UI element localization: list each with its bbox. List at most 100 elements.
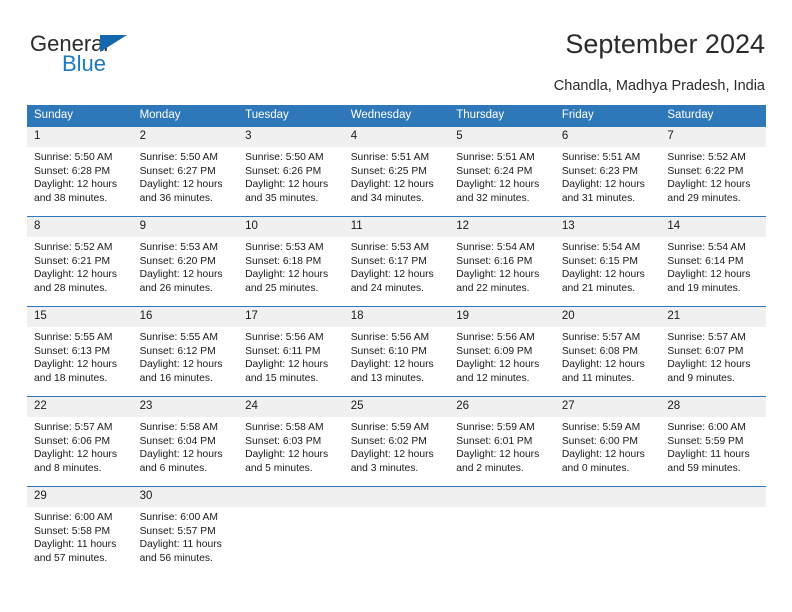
day-cell[interactable]: 5 Sunrise: 5:51 AM Sunset: 6:24 PM Dayli… xyxy=(449,127,555,217)
calendar-page: General Blue September 2024 Chandla, Mad… xyxy=(0,0,792,612)
sunset-text: Sunset: 6:13 PM xyxy=(34,345,111,357)
day-number: 5 xyxy=(449,127,555,147)
day-cell[interactable]: 25 Sunrise: 5:59 AM Sunset: 6:02 PM Dayl… xyxy=(343,396,450,487)
day-cell[interactable]: 14 Sunrise: 5:54 AM Sunset: 6:14 PM Dayl… xyxy=(660,216,766,307)
sunset-text: Sunset: 6:02 PM xyxy=(350,435,427,447)
day-details: Sunrise: 5:51 AM Sunset: 6:24 PM Dayligh… xyxy=(449,147,555,205)
day-details: Sunrise: 5:50 AM Sunset: 6:26 PM Dayligh… xyxy=(238,147,344,205)
sunset-text: Sunset: 6:11 PM xyxy=(245,345,321,357)
day-cell[interactable]: 21 Sunrise: 5:57 AM Sunset: 6:07 PM Dayl… xyxy=(660,306,766,397)
weekday-header-saturday: Saturday xyxy=(660,105,766,127)
day-details: Sunrise: 6:00 AM Sunset: 5:59 PM Dayligh… xyxy=(660,417,766,475)
day-cell[interactable]: 2 Sunrise: 5:50 AM Sunset: 6:27 PM Dayli… xyxy=(132,127,239,217)
day-cell[interactable]: 28 Sunrise: 6:00 AM Sunset: 5:59 PM Dayl… xyxy=(660,396,766,487)
day-cell[interactable]: 30 Sunrise: 6:00 AM Sunset: 5:57 PM Dayl… xyxy=(132,486,239,576)
sunrise-text: Sunrise: 5:50 AM xyxy=(34,152,113,163)
day-details: Sunrise: 5:56 AM Sunset: 6:09 PM Dayligh… xyxy=(449,327,555,385)
day-details: Sunrise: 5:51 AM Sunset: 6:23 PM Dayligh… xyxy=(555,147,661,205)
day-cell[interactable]: 9 Sunrise: 5:53 AM Sunset: 6:20 PM Dayli… xyxy=(132,216,239,307)
daylight-text: Daylight: 12 hours and 28 minutes. xyxy=(34,269,117,294)
day-details: Sunrise: 5:56 AM Sunset: 6:10 PM Dayligh… xyxy=(344,327,450,385)
day-number: 27 xyxy=(554,397,661,417)
day-number: 22 xyxy=(27,397,133,417)
day-details: Sunrise: 5:58 AM Sunset: 6:04 PM Dayligh… xyxy=(133,417,239,475)
daylight-text: Daylight: 12 hours and 26 minutes. xyxy=(139,269,223,294)
day-cell[interactable]: 8 Sunrise: 5:52 AM Sunset: 6:21 PM Dayli… xyxy=(27,216,133,307)
day-details: Sunrise: 5:56 AM Sunset: 6:11 PM Dayligh… xyxy=(238,327,344,385)
calendar-week-row: 15 Sunrise: 5:55 AM Sunset: 6:13 PM Dayl… xyxy=(27,306,766,397)
page-subtitle-location: Chandla, Madhya Pradesh, India xyxy=(553,78,765,94)
day-cell[interactable]: 23 Sunrise: 5:58 AM Sunset: 6:04 PM Dayl… xyxy=(132,396,239,487)
day-cell[interactable]: 22 Sunrise: 5:57 AM Sunset: 6:06 PM Dayl… xyxy=(27,396,133,487)
day-cell[interactable]: 27 Sunrise: 5:59 AM Sunset: 6:00 PM Dayl… xyxy=(554,396,661,487)
day-number xyxy=(554,487,661,507)
day-cell[interactable]: 1 Sunrise: 5:50 AM Sunset: 6:28 PM Dayli… xyxy=(27,127,133,217)
day-cell[interactable]: 18 Sunrise: 5:56 AM Sunset: 6:10 PM Dayl… xyxy=(343,306,450,397)
daylight-text: Daylight: 12 hours and 32 minutes. xyxy=(456,179,540,204)
sunrise-text: Sunrise: 5:52 AM xyxy=(34,242,113,253)
sunset-text: Sunset: 6:01 PM xyxy=(456,435,533,447)
day-cell[interactable]: 4 Sunrise: 5:51 AM Sunset: 6:25 PM Dayli… xyxy=(343,127,450,217)
day-number: 29 xyxy=(27,487,133,507)
calendar-body: 1 Sunrise: 5:50 AM Sunset: 6:28 PM Dayli… xyxy=(27,127,766,576)
sunrise-text: Sunrise: 5:57 AM xyxy=(667,332,746,343)
sunset-text: Sunset: 6:28 PM xyxy=(34,165,111,177)
sunrise-text: Sunrise: 5:59 AM xyxy=(456,422,535,433)
sunset-text: Sunset: 5:57 PM xyxy=(139,525,216,537)
sunrise-text: Sunrise: 5:56 AM xyxy=(350,332,430,343)
day-number: 20 xyxy=(554,307,661,327)
weekday-header-wednesday: Wednesday xyxy=(343,105,450,127)
day-cell[interactable]: 16 Sunrise: 5:55 AM Sunset: 6:12 PM Dayl… xyxy=(132,306,239,397)
daylight-text: Daylight: 12 hours and 15 minutes. xyxy=(245,359,329,384)
day-cell[interactable]: 13 Sunrise: 5:54 AM Sunset: 6:15 PM Dayl… xyxy=(554,216,661,307)
day-number: 3 xyxy=(238,127,344,147)
sunset-text: Sunset: 6:06 PM xyxy=(34,435,111,447)
day-cell[interactable]: 15 Sunrise: 5:55 AM Sunset: 6:13 PM Dayl… xyxy=(27,306,133,397)
daylight-text: Daylight: 12 hours and 6 minutes. xyxy=(139,449,223,474)
day-cell[interactable]: 19 Sunrise: 5:56 AM Sunset: 6:09 PM Dayl… xyxy=(449,306,555,397)
sunrise-text: Sunrise: 5:56 AM xyxy=(245,332,324,343)
day-cell[interactable]: 26 Sunrise: 5:59 AM Sunset: 6:01 PM Dayl… xyxy=(449,396,555,487)
daylight-text: Daylight: 12 hours and 8 minutes. xyxy=(34,449,117,474)
sunset-text: Sunset: 6:23 PM xyxy=(561,165,638,177)
day-cell[interactable]: 20 Sunrise: 5:57 AM Sunset: 6:08 PM Dayl… xyxy=(554,306,661,397)
sunrise-text: Sunrise: 5:55 AM xyxy=(34,332,113,343)
day-details: Sunrise: 5:58 AM Sunset: 6:03 PM Dayligh… xyxy=(238,417,344,475)
sunrise-text: Sunrise: 6:00 AM xyxy=(667,422,746,433)
day-cell-empty xyxy=(238,486,344,576)
day-number: 13 xyxy=(554,217,661,237)
day-cell[interactable]: 6 Sunrise: 5:51 AM Sunset: 6:23 PM Dayli… xyxy=(554,127,661,217)
logo-triangle-icon xyxy=(100,35,127,52)
sunset-text: Sunset: 5:59 PM xyxy=(667,435,744,447)
day-details: Sunrise: 5:53 AM Sunset: 6:20 PM Dayligh… xyxy=(133,237,239,295)
day-number: 1 xyxy=(27,127,133,147)
day-details: Sunrise: 5:54 AM Sunset: 6:15 PM Dayligh… xyxy=(555,237,661,295)
day-cell[interactable]: 17 Sunrise: 5:56 AM Sunset: 6:11 PM Dayl… xyxy=(238,306,344,397)
day-details: Sunrise: 5:54 AM Sunset: 6:16 PM Dayligh… xyxy=(449,237,555,295)
sunrise-text: Sunrise: 5:57 AM xyxy=(34,422,113,433)
day-number xyxy=(449,487,555,507)
calendar-grid: Sunday Monday Tuesday Wednesday Thursday… xyxy=(27,105,766,576)
daylight-text: Daylight: 12 hours and 36 minutes. xyxy=(139,179,223,204)
day-details xyxy=(555,507,661,511)
day-cell[interactable]: 12 Sunrise: 5:54 AM Sunset: 6:16 PM Dayl… xyxy=(449,216,555,307)
day-number: 17 xyxy=(238,307,344,327)
day-details: Sunrise: 5:53 AM Sunset: 6:18 PM Dayligh… xyxy=(238,237,344,295)
day-number: 28 xyxy=(660,397,766,417)
sunrise-text: Sunrise: 5:58 AM xyxy=(245,422,324,433)
sunset-text: Sunset: 6:09 PM xyxy=(456,345,533,357)
day-number: 19 xyxy=(449,307,555,327)
day-cell[interactable]: 11 Sunrise: 5:53 AM Sunset: 6:17 PM Dayl… xyxy=(343,216,450,307)
day-cell[interactable]: 10 Sunrise: 5:53 AM Sunset: 6:18 PM Dayl… xyxy=(238,216,344,307)
day-cell[interactable]: 3 Sunrise: 5:50 AM Sunset: 6:26 PM Dayli… xyxy=(238,127,344,217)
day-cell[interactable]: 29 Sunrise: 6:00 AM Sunset: 5:58 PM Dayl… xyxy=(27,486,133,576)
daylight-text: Daylight: 12 hours and 22 minutes. xyxy=(456,269,540,294)
day-cell[interactable]: 24 Sunrise: 5:58 AM Sunset: 6:03 PM Dayl… xyxy=(238,396,344,487)
calendar-table: Sunday Monday Tuesday Wednesday Thursday… xyxy=(27,105,766,576)
sunrise-text: Sunrise: 5:54 AM xyxy=(561,242,641,253)
day-number: 6 xyxy=(554,127,661,147)
sunrise-text: Sunrise: 5:51 AM xyxy=(561,152,641,163)
day-details: Sunrise: 5:53 AM Sunset: 6:17 PM Dayligh… xyxy=(344,237,450,295)
day-number: 4 xyxy=(343,127,450,147)
day-cell[interactable]: 7 Sunrise: 5:52 AM Sunset: 6:22 PM Dayli… xyxy=(660,127,766,217)
